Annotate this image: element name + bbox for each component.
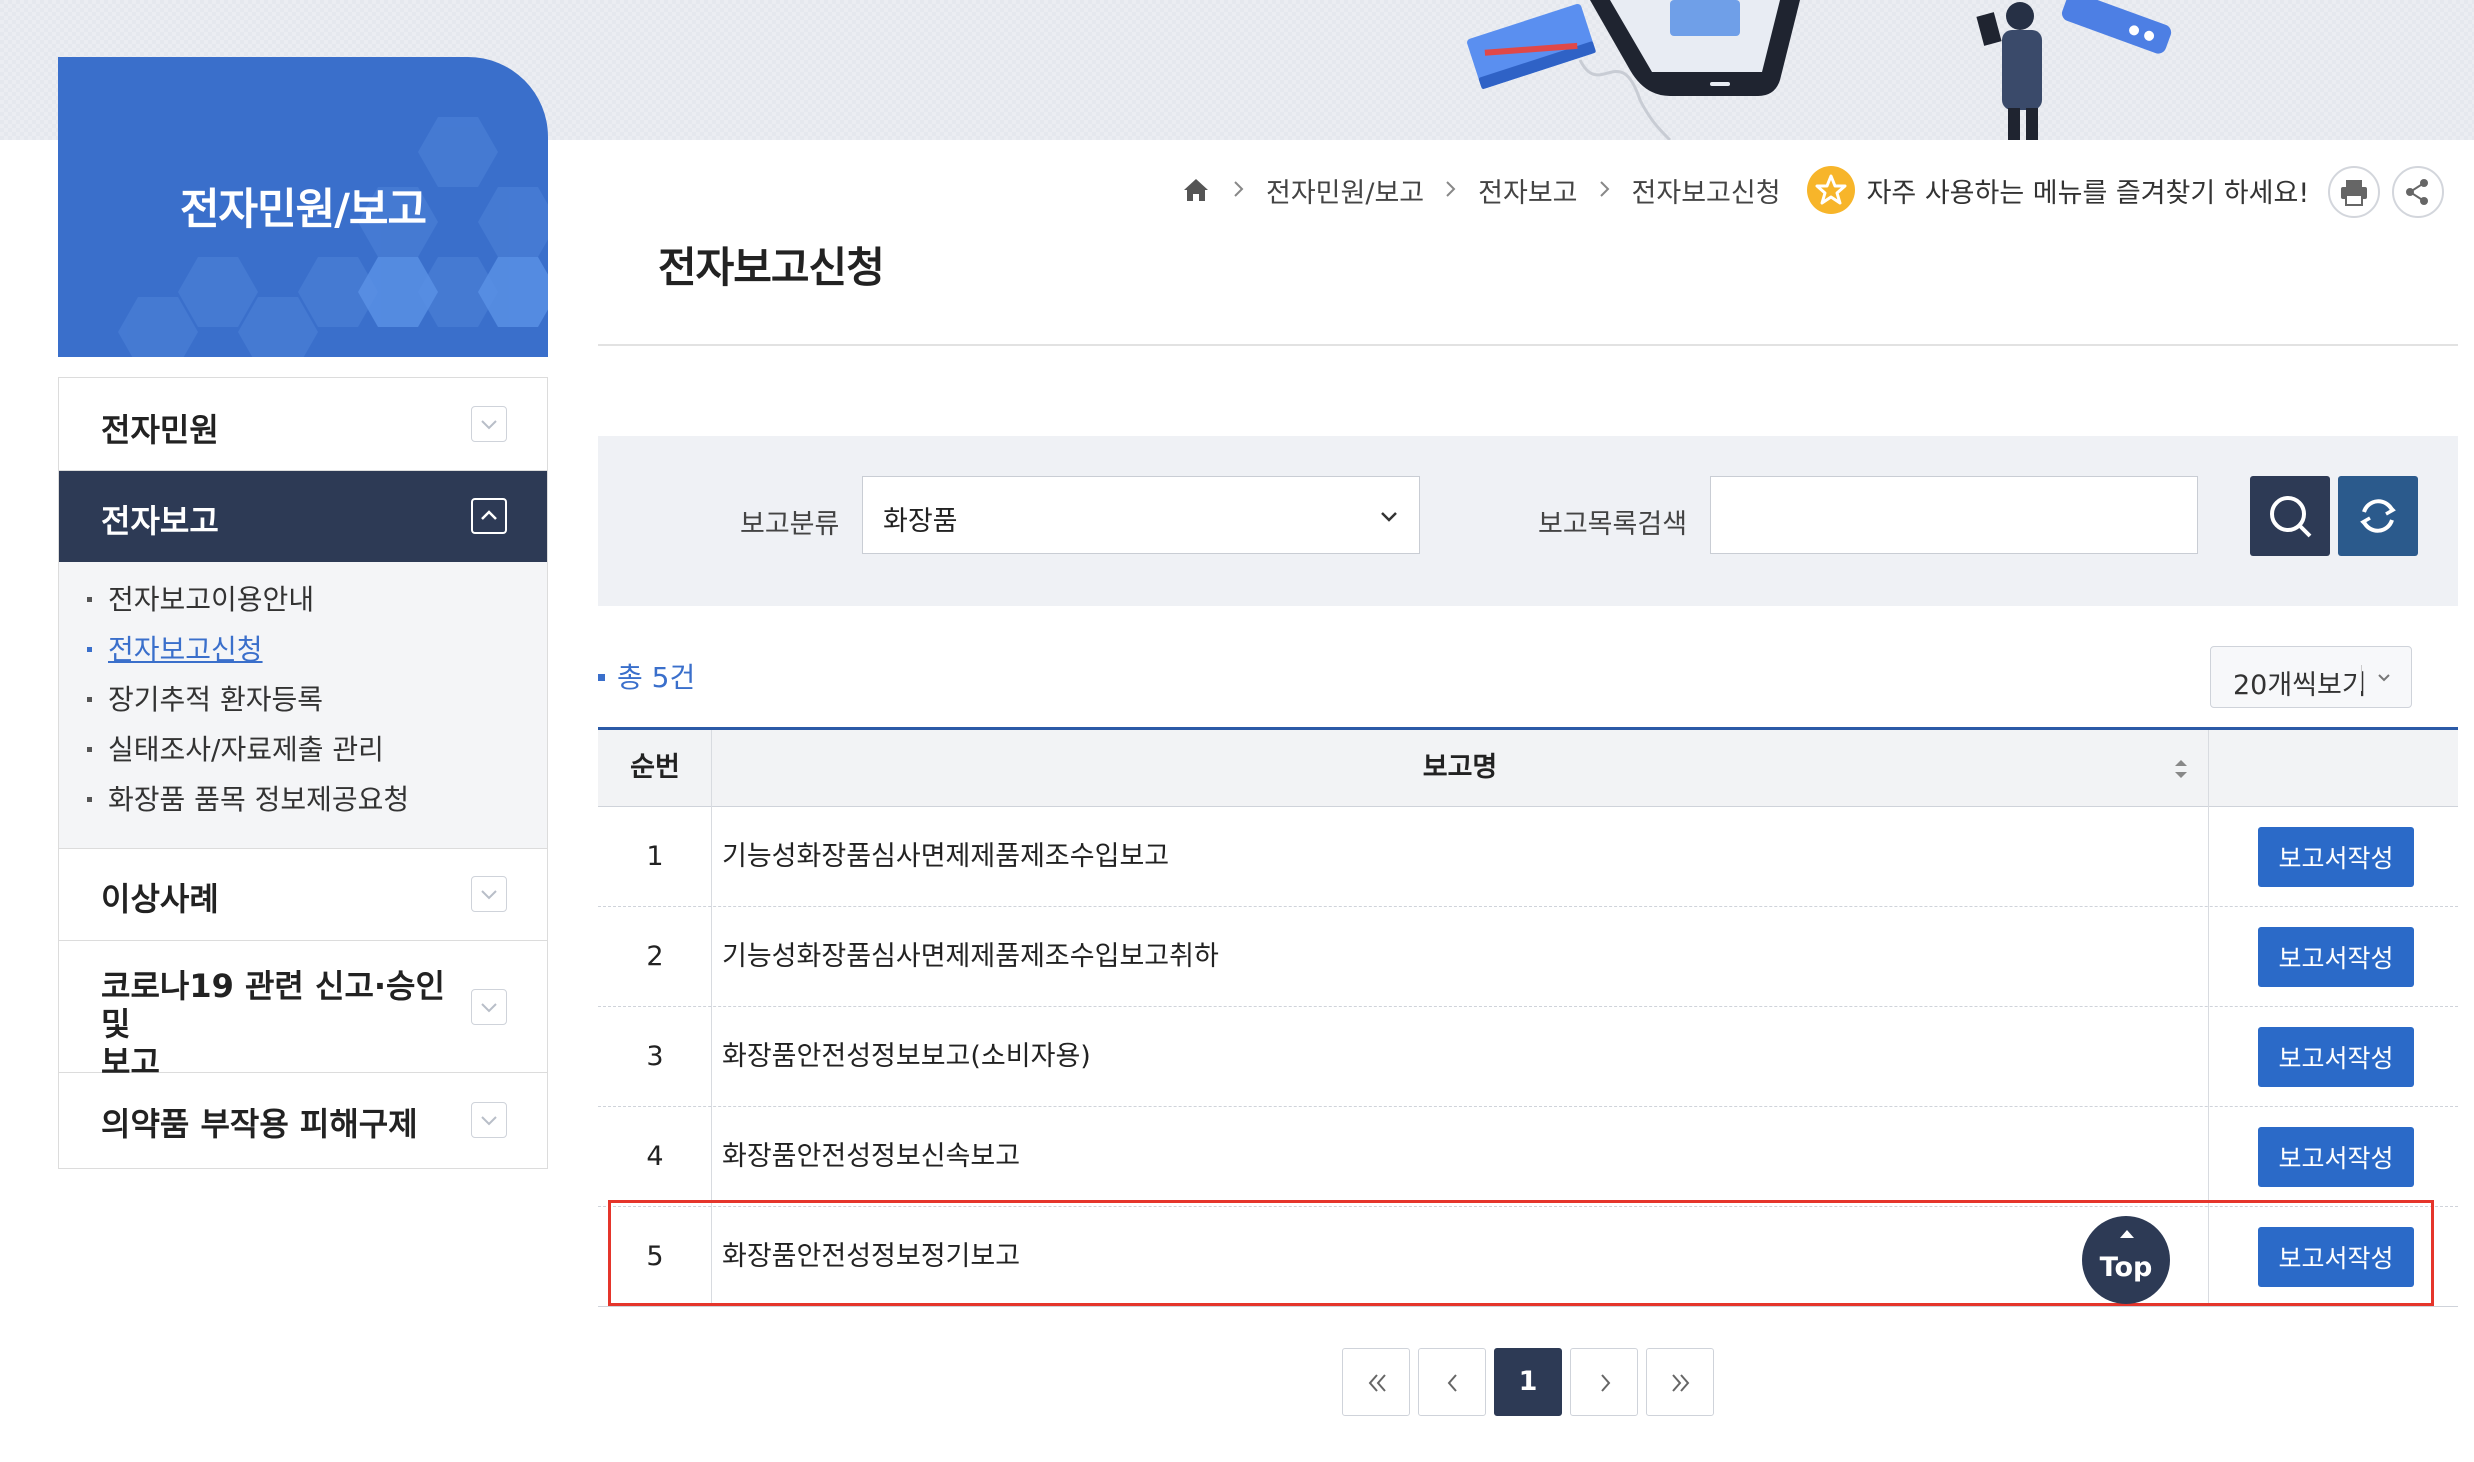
star-icon[interactable] [1806, 166, 1855, 214]
sidebar-item-drug-relief[interactable]: 의약품 부작용 피해구제 [59, 1073, 547, 1168]
share-icon [2406, 179, 2428, 205]
column-header-name[interactable]: 보고명 [712, 730, 2208, 806]
table-row: 5 화장품안전성정보정기보고 보고서작성 [598, 1207, 2458, 1307]
divider [598, 344, 2458, 346]
double-chevron-left-icon [1368, 1374, 1386, 1392]
submenu: 전자보고이용안내 전자보고신청 장기추적 환자등록 실태조사/자료제출 관리 화… [59, 562, 547, 849]
sidebar-item-e-report[interactable]: 전자보고 [59, 471, 547, 562]
keyword-label: 보고목록검색 [1538, 509, 1688, 540]
chevron-down-icon [2378, 674, 2390, 682]
page-size-value: 20개씩보기 [2233, 670, 2367, 701]
breadcrumb-item[interactable]: 전자보고신청 [1632, 171, 1781, 210]
breadcrumb-item[interactable]: 전자민원/보고 [1266, 171, 1424, 210]
write-report-button[interactable]: 보고서작성 [2258, 1127, 2414, 1187]
submenu-item-cosmetic-info[interactable]: 화장품 품목 정보제공요청 [87, 778, 409, 818]
category-select-value: 화장품 [883, 506, 958, 537]
banner-illustration [1467, 0, 2172, 140]
print-button[interactable] [2328, 166, 2380, 218]
first-page-button[interactable] [1342, 1348, 1410, 1416]
scroll-top-button[interactable]: Top [2082, 1216, 2170, 1304]
table-row: 1 기능성화장품심사면제제품제조수입보고 보고서작성 [598, 807, 2458, 907]
page-button-current[interactable]: 1 [1494, 1348, 1562, 1416]
submenu-item-report-apply[interactable]: 전자보고신청 [87, 628, 263, 668]
chevron-down-icon [471, 989, 507, 1025]
report-name: 화장품안전성정보신속보고 [722, 1141, 1021, 1172]
table-header: 순번 보고명 [598, 730, 2458, 807]
chevron-down-icon [471, 406, 507, 442]
favorite-hint: 자주 사용하는 메뉴를 즐겨찾기 하세요! [1866, 177, 2310, 209]
chevron-down-icon [1381, 512, 1397, 522]
sidebar-menu: 전자민원 전자보고 전자보고이용안내 전자보고신청 장기추적 환자등록 실태조사… [58, 377, 548, 1169]
sidebar-header: 전자민원/보고 [58, 57, 548, 357]
report-name: 기능성화장품심사면제제품제조수입보고취하 [722, 941, 1219, 972]
report-name: 화장품안전성정보보고(소비자용) [722, 1041, 1091, 1072]
sidebar-item-label: 전자보고 [101, 502, 219, 540]
breadcrumb-item[interactable]: 전자보고 [1478, 171, 1577, 210]
chevron-down-icon [471, 1102, 507, 1138]
row-number: 5 [646, 1241, 664, 1272]
reset-button[interactable] [2338, 476, 2418, 556]
write-report-button[interactable]: 보고서작성 [2258, 927, 2414, 987]
row-number: 3 [646, 1041, 664, 1072]
refresh-icon [2360, 499, 2396, 533]
print-icon [2341, 180, 2367, 206]
column-header-action [2208, 730, 2458, 806]
double-chevron-right-icon [1672, 1374, 1690, 1392]
arrow-up-icon [2120, 1230, 2134, 1238]
write-report-button[interactable]: 보고서작성 [2258, 827, 2414, 887]
sidebar-item-label: 의약품 부작용 피해구제 [101, 1105, 418, 1143]
chevron-left-icon [1447, 1374, 1457, 1392]
table-row: 2 기능성화장품심사면제제품제조수입보고취하 보고서작성 [598, 907, 2458, 1007]
sidebar-title: 전자민원/보고 [179, 185, 427, 235]
table-row: 4 화장품안전성정보신속보고 보고서작성 [598, 1107, 2458, 1207]
column-header-no: 순번 [630, 752, 680, 783]
report-name: 기능성화장품심사면제제품제조수입보고 [722, 841, 1170, 872]
submenu-item-survey-management[interactable]: 실태조사/자료제출 관리 [87, 728, 384, 768]
category-label: 보고분류 [740, 509, 840, 540]
row-number: 1 [646, 841, 664, 872]
sidebar-item-label: 전자민원 [101, 411, 219, 449]
row-number: 2 [646, 941, 664, 972]
breadcrumb: 전자민원/보고 전자보고 전자보고신청 자주 사용하는 메뉴를 즐겨찾기 하세요… [1180, 166, 2310, 214]
sidebar-item-adverse-events[interactable]: 이상사례 [59, 848, 547, 941]
last-page-button[interactable] [1646, 1348, 1714, 1416]
chevron-right-icon [1232, 175, 1246, 206]
next-page-button[interactable] [1570, 1348, 1638, 1416]
table-row: 3 화장품안전성정보보고(소비자용) 보고서작성 [598, 1007, 2458, 1107]
search-panel: 보고분류 화장품 보고목록검색 [598, 436, 2458, 606]
chevron-right-icon [1444, 175, 1458, 206]
sidebar-item-label: 코로나19 관련 신고·승인 및 보고 [101, 967, 445, 1081]
sidebar-item-label: 이상사례 [101, 880, 219, 918]
prev-page-button[interactable] [1418, 1348, 1486, 1416]
row-number: 4 [646, 1141, 664, 1172]
search-icon [2270, 496, 2312, 538]
page-size-select[interactable]: 20개씩보기 [2210, 646, 2412, 708]
category-select[interactable]: 화장품 [862, 476, 1420, 554]
report-name: 화장품안전성정보정기보고 [722, 1241, 1021, 1272]
home-icon[interactable] [1180, 174, 1212, 206]
write-report-button[interactable]: 보고서작성 [2258, 1027, 2414, 1087]
share-button[interactable] [2392, 166, 2444, 218]
search-button[interactable] [2250, 476, 2330, 556]
submenu-item-guide[interactable]: 전자보고이용안내 [87, 578, 314, 618]
sort-icon[interactable] [2172, 756, 2190, 782]
page-title: 전자보고신청 [658, 243, 885, 292]
sidebar-item-e-civil[interactable]: 전자민원 [59, 378, 547, 471]
write-report-button[interactable]: 보고서작성 [2258, 1227, 2414, 1287]
total-count: 총 5건 [598, 656, 695, 696]
chevron-right-icon [1601, 1374, 1611, 1392]
search-input[interactable] [1710, 476, 2198, 554]
chevron-right-icon [1598, 175, 1612, 206]
submenu-item-long-term-tracking[interactable]: 장기추적 환자등록 [87, 678, 323, 718]
chevron-up-icon [471, 498, 507, 534]
sidebar-item-covid19[interactable]: 코로나19 관련 신고·승인 및 보고 [59, 941, 547, 1081]
chevron-down-icon [471, 876, 507, 912]
